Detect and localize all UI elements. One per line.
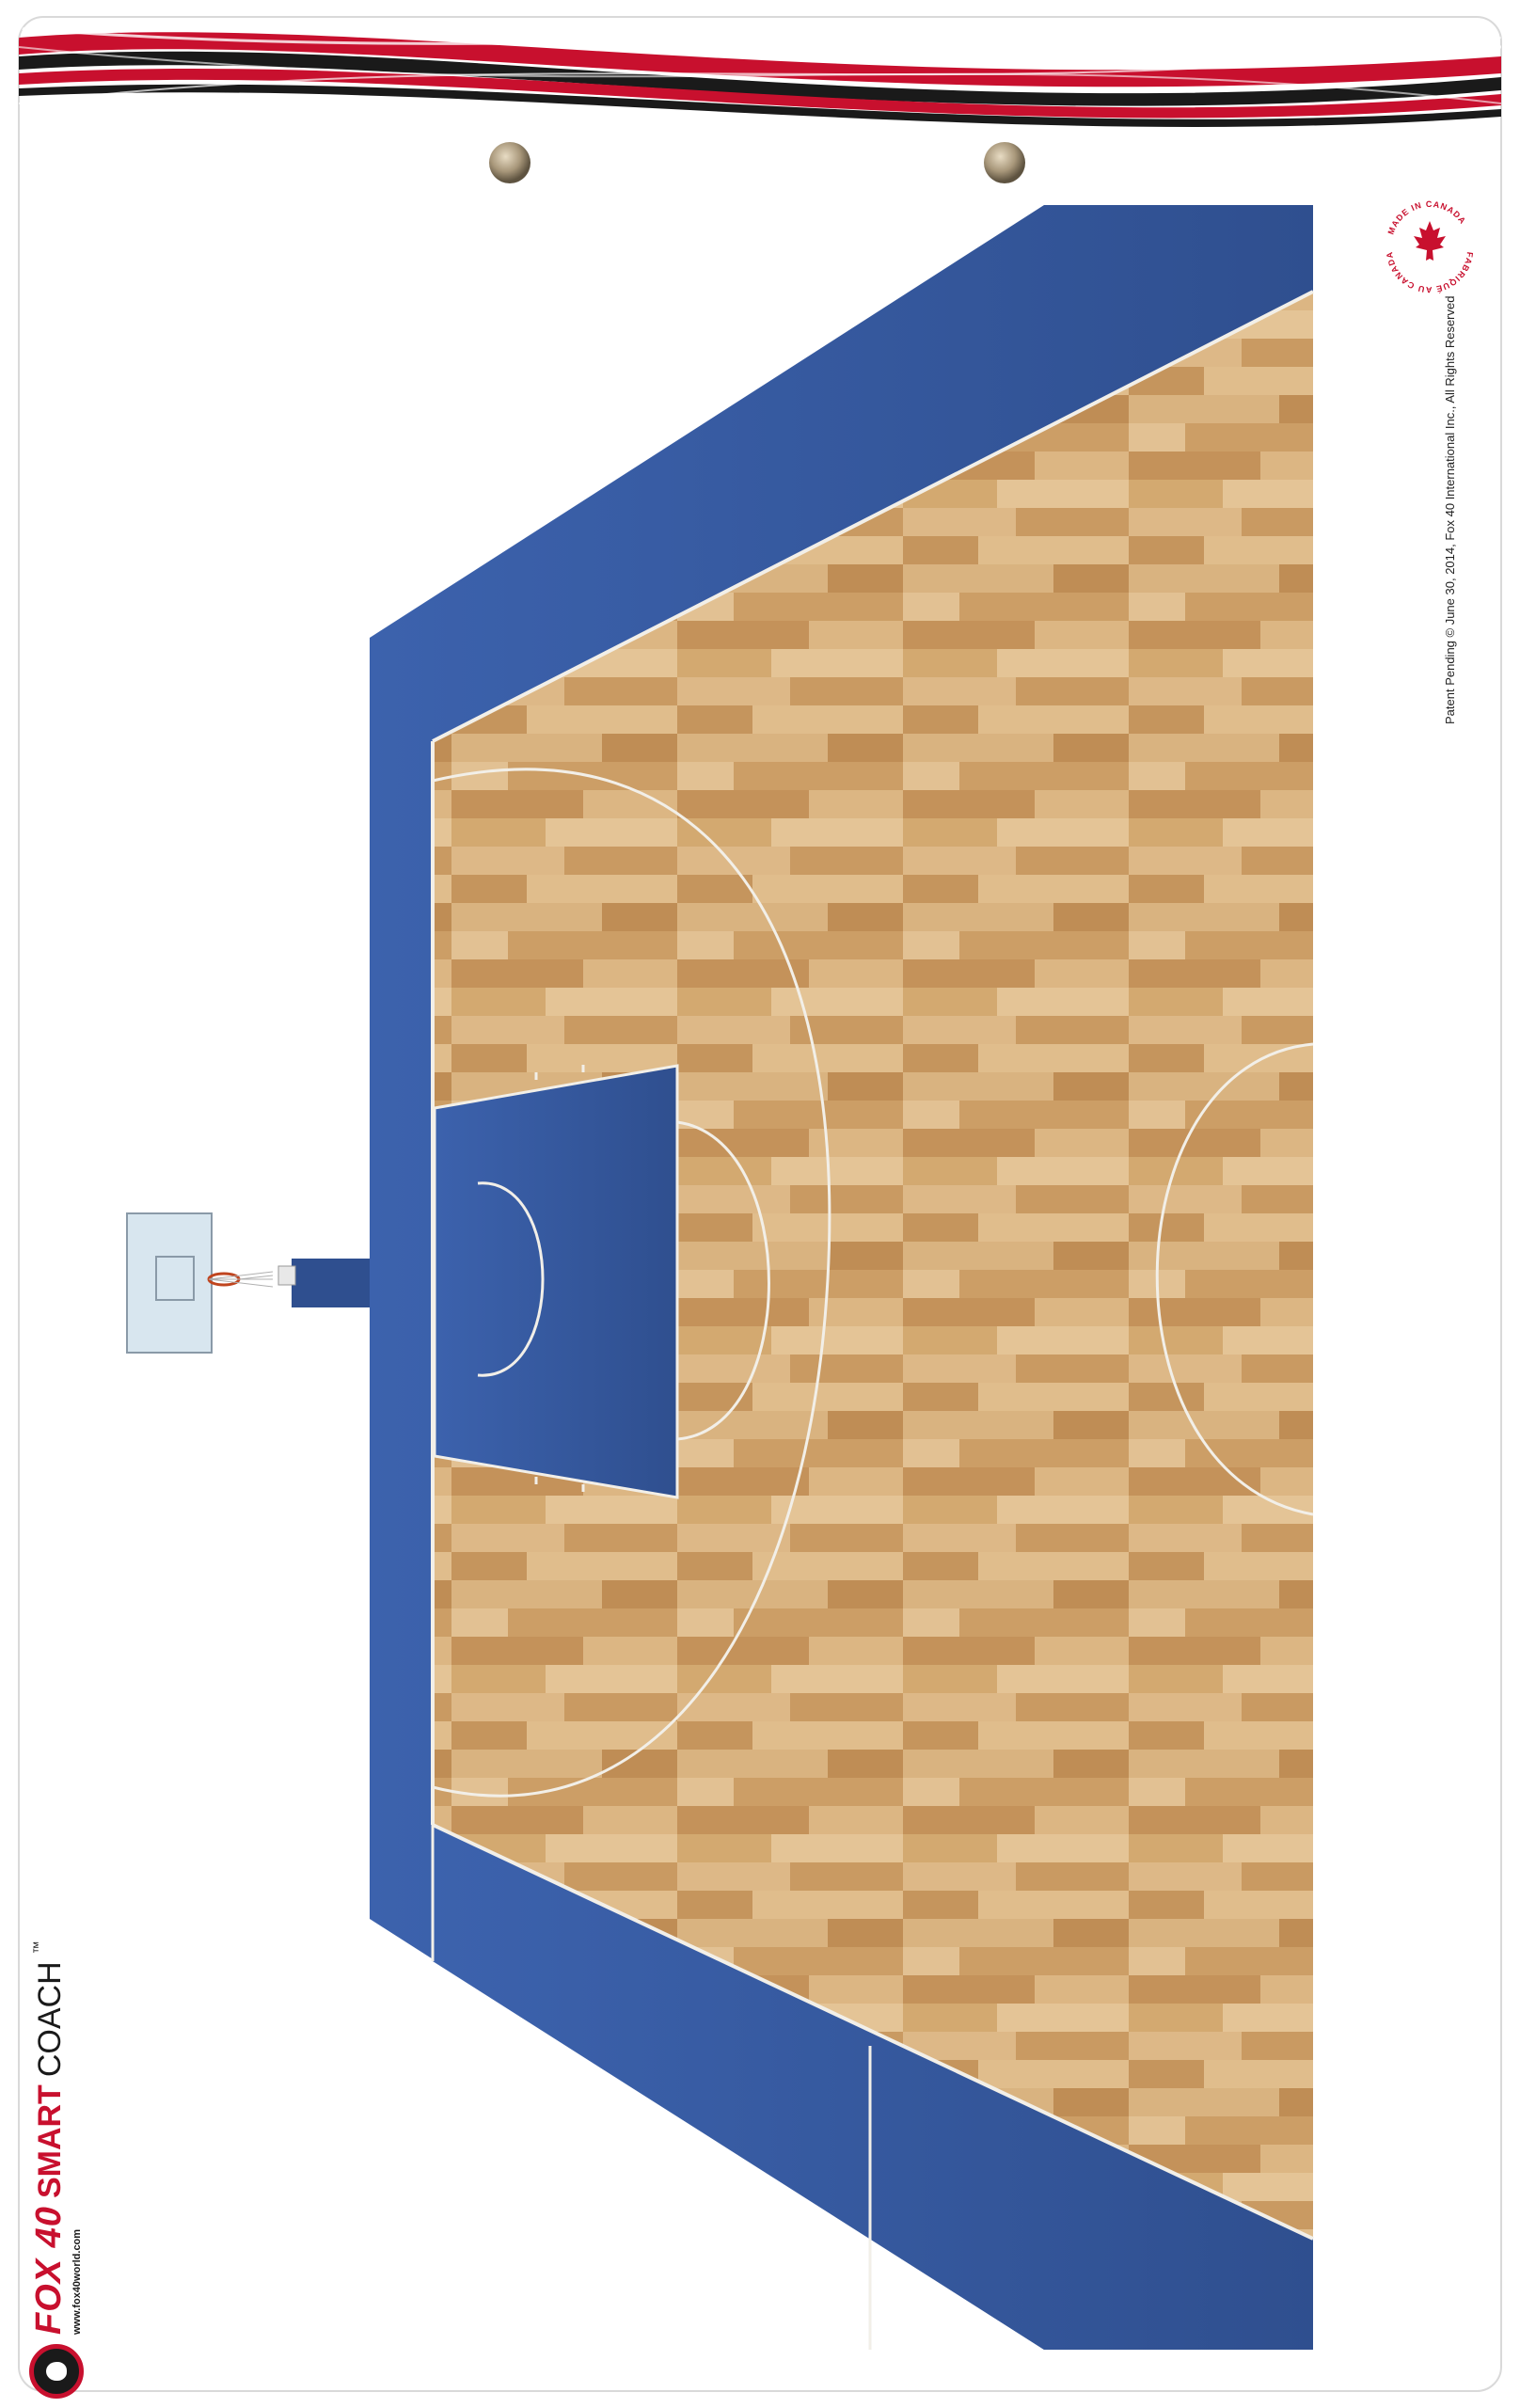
- screw-left: [489, 142, 530, 183]
- brand-fox: FOX 40: [28, 2206, 69, 2335]
- brand-coach: COACH: [31, 1961, 68, 2078]
- court-illustration: [18, 16, 1502, 2392]
- screw-right: [984, 142, 1025, 183]
- brand-url: www.fox40world.com: [71, 2228, 83, 2335]
- patent-notice: Patent Pending © June 30, 2014, Fox 40 I…: [1443, 295, 1457, 724]
- brand-line: FOX 40 SMART COACH ™: [28, 1941, 69, 2335]
- brand-logo: FOX 40 SMART COACH ™ www.fox40world.com: [17, 1909, 96, 2399]
- basket-arm: [277, 1265, 296, 1286]
- maple-leaf-icon: [1414, 221, 1446, 261]
- made-in-canada-seal: MADE IN CANADA FABRIQUÉ AU CANADA: [1385, 199, 1474, 294]
- fox-head-icon: [29, 2344, 84, 2399]
- basket-stanchion: [292, 1259, 370, 1307]
- clipboard-board: MADE IN CANADA FABRIQUÉ AU CANADA: [0, 0, 1520, 2408]
- brand-trademark: ™: [29, 1941, 45, 1955]
- key-paint: [433, 1064, 679, 1499]
- backboard: [126, 1212, 213, 1354]
- brand-smart: SMART: [31, 2084, 68, 2199]
- brand-block: FOX 40 SMART COACH ™ www.fox40world.com: [28, 1941, 83, 2335]
